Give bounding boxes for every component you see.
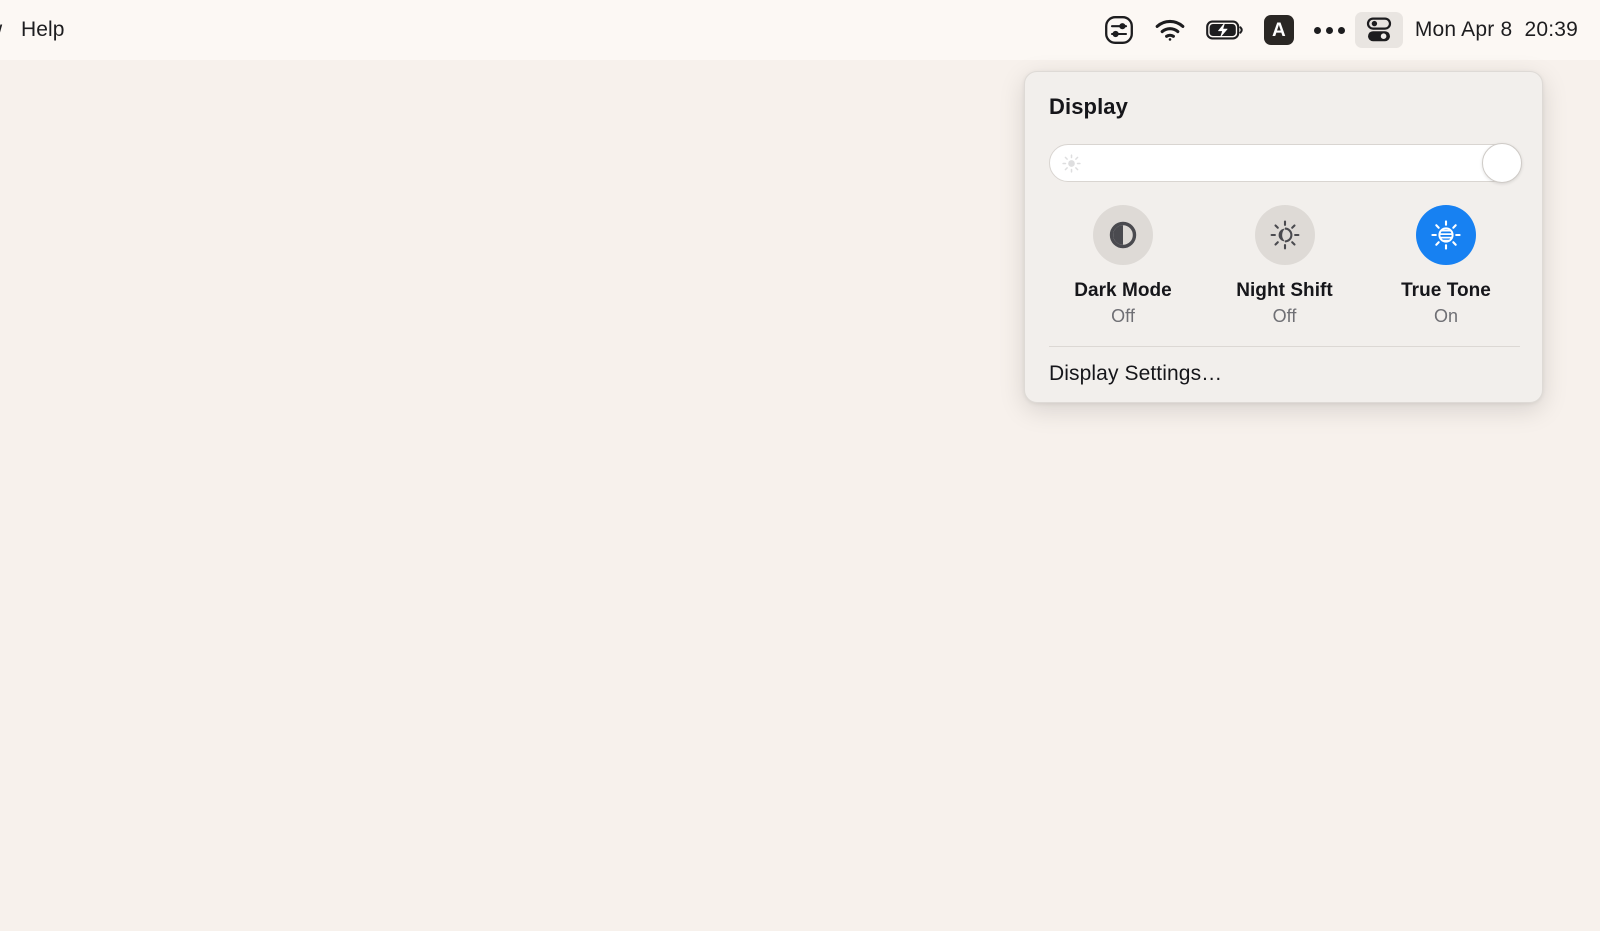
brightness-sun-icon (1062, 154, 1081, 173)
wifi-icon (1155, 19, 1185, 41)
toggle-dark-mode-label: Dark Mode (1074, 280, 1172, 301)
menu-extras-status-icon[interactable] (1304, 12, 1355, 48)
menu-bar-clock[interactable]: Mon Apr 8 20:39 (1403, 18, 1582, 42)
brightness-slider-track[interactable] (1049, 144, 1520, 182)
wifi-status-icon[interactable] (1144, 12, 1196, 48)
sliders-control-icon (1104, 16, 1133, 44)
battery-charging-icon (1206, 20, 1243, 40)
menu-bar-app-menus: w Help (0, 0, 79, 60)
toggle-night-shift-label: Night Shift (1236, 280, 1333, 301)
ellipsis-icon (1313, 26, 1345, 34)
input-source-status-icon[interactable]: A (1254, 12, 1304, 48)
night-shift-sun-moon-icon (1270, 220, 1299, 250)
toggle-dark-mode-button[interactable] (1093, 205, 1153, 265)
menu-bar: w Help (0, 0, 1600, 60)
toggle-true-tone-state: On (1433, 306, 1459, 326)
control-center-icon (1366, 17, 1391, 42)
toggle-true-tone-button[interactable] (1416, 205, 1476, 265)
toggle-night-shift-button[interactable] (1254, 205, 1315, 265)
keyboard-input-source-icon: A (1263, 15, 1294, 45)
popover-title: Display (1049, 94, 1128, 119)
display-control-popover: Display Dark Mode Off Night Shift Off Tr… (1024, 71, 1543, 403)
display-settings-link[interactable]: Display Settings… (1049, 362, 1222, 386)
brightness-slider[interactable] (1049, 143, 1522, 183)
dark-mode-contrast-icon (1109, 221, 1137, 249)
popover-divider (1049, 346, 1520, 347)
menu-item-window-clipped[interactable]: w (0, 0, 7, 60)
toggle-dark-mode[interactable]: Dark Mode Off (1049, 205, 1197, 327)
toggle-night-shift[interactable]: Night Shift Off (1211, 205, 1359, 327)
brightness-slider-knob[interactable] (1482, 143, 1522, 183)
battery-status-icon[interactable] (1196, 12, 1254, 48)
menu-bar-status-items: A Mon Apr 8 20:39 (1094, 0, 1582, 60)
toggle-true-tone[interactable]: True Tone On (1372, 205, 1520, 327)
toggle-night-shift-state: Off (1272, 306, 1297, 326)
display-toggle-row: Dark Mode Off Night Shift Off True Tone … (1049, 205, 1520, 327)
control-center-status-icon[interactable] (1354, 12, 1403, 48)
display-controls-status-icon[interactable] (1094, 12, 1144, 48)
toggle-dark-mode-state: Off (1111, 306, 1135, 326)
toggle-true-tone-label: True Tone (1401, 280, 1491, 301)
true-tone-sun-icon (1431, 220, 1461, 250)
menu-item-help[interactable]: Help (7, 0, 79, 60)
